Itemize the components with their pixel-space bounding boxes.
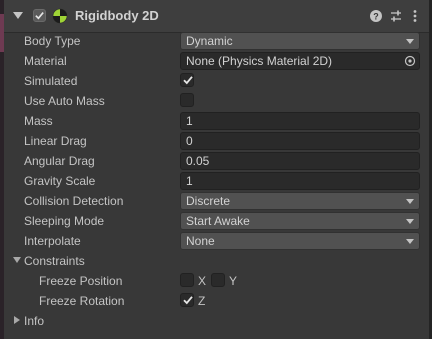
- freeze-rotation-label: Freeze Rotation: [39, 294, 125, 308]
- use-auto-mass-label: Use Auto Mass: [24, 94, 105, 108]
- component-header[interactable]: Rigidbody 2D ?: [4, 0, 429, 33]
- body-type-value: Dynamic: [186, 34, 233, 48]
- mass-input[interactable]: 1: [180, 112, 420, 130]
- checkmark-icon: [35, 12, 44, 20]
- sleeping-mode-value: Start Awake: [186, 214, 250, 228]
- freeze-rotation-row: Freeze Rotation Z: [4, 291, 429, 311]
- foldout-arrow-down-icon[interactable]: [13, 257, 21, 263]
- freeze-position-y-checkbox[interactable]: [211, 273, 225, 287]
- angular-drag-value: 0.05: [186, 154, 210, 168]
- chevron-down-icon: [406, 199, 414, 204]
- inspector-panel: Rigidbody 2D ? Body Type Dynamic Materia…: [0, 0, 432, 339]
- collision-detection-dropdown[interactable]: Discrete: [180, 192, 420, 210]
- rigidbody2d-icon: [52, 8, 68, 24]
- checkmark-icon: [183, 296, 193, 305]
- chevron-down-icon: [406, 239, 414, 244]
- component-title: Rigidbody 2D: [75, 8, 159, 23]
- freeze-rotation-z-checkbox[interactable]: [180, 293, 194, 307]
- linear-drag-input[interactable]: 0: [180, 132, 420, 150]
- use-auto-mass-checkbox[interactable]: [180, 93, 194, 107]
- component-enable-checkbox[interactable]: [33, 9, 46, 22]
- freeze-position-label: Freeze Position: [39, 274, 123, 288]
- angular-drag-row: Angular Drag 0.05: [4, 151, 429, 171]
- help-icon[interactable]: ?: [368, 8, 384, 24]
- interpolate-label: Interpolate: [24, 234, 81, 248]
- angular-drag-input[interactable]: 0.05: [180, 152, 420, 170]
- checkmark-icon: [183, 76, 193, 85]
- collision-detection-label: Collision Detection: [24, 194, 124, 208]
- body-type-row: Body Type Dynamic: [4, 31, 429, 51]
- simulated-label: Simulated: [24, 74, 78, 88]
- info-foldout[interactable]: Info: [4, 311, 429, 331]
- chevron-down-icon: [406, 39, 414, 44]
- material-value: None (Physics Material 2D): [186, 54, 333, 68]
- kebab-menu-icon[interactable]: [407, 8, 423, 24]
- sleeping-mode-dropdown[interactable]: Start Awake: [180, 212, 420, 230]
- body-type-dropdown[interactable]: Dynamic: [180, 32, 420, 50]
- sleeping-mode-row: Sleeping Mode Start Awake: [4, 211, 429, 231]
- constraints-label[interactable]: Constraints: [24, 254, 85, 268]
- use-auto-mass-row: Use Auto Mass: [4, 91, 429, 111]
- chevron-down-icon: [406, 219, 414, 224]
- freeze-position-row: Freeze Position X Y: [4, 271, 429, 291]
- angular-drag-label[interactable]: Angular Drag: [24, 154, 95, 168]
- gravity-scale-input[interactable]: 1: [180, 172, 420, 190]
- linear-drag-row: Linear Drag 0: [4, 131, 429, 151]
- mass-label[interactable]: Mass: [24, 114, 53, 128]
- material-object-field[interactable]: None (Physics Material 2D): [180, 52, 420, 70]
- freeze-position-y-label: Y: [229, 274, 238, 288]
- gravity-scale-label[interactable]: Gravity Scale: [24, 174, 95, 188]
- foldout-arrow-icon[interactable]: [13, 12, 23, 19]
- mass-row: Mass 1: [4, 111, 429, 131]
- simulated-row: Simulated: [4, 71, 429, 91]
- preset-icon[interactable]: [388, 8, 404, 24]
- info-label[interactable]: Info: [24, 314, 44, 328]
- linear-drag-value: 0: [186, 134, 193, 148]
- object-picker-icon[interactable]: [404, 55, 416, 67]
- material-label: Material: [24, 54, 67, 68]
- freeze-position-x-label: X: [198, 274, 207, 288]
- gravity-scale-row: Gravity Scale 1: [4, 171, 429, 191]
- body-type-label: Body Type: [24, 34, 81, 48]
- gravity-scale-value: 1: [186, 174, 193, 188]
- svg-text:?: ?: [373, 12, 379, 22]
- interpolate-dropdown[interactable]: None: [180, 232, 420, 250]
- mass-value: 1: [186, 114, 193, 128]
- collision-detection-row: Collision Detection Discrete: [4, 191, 429, 211]
- freeze-rotation-z-label: Z: [198, 294, 206, 308]
- freeze-position-x-checkbox[interactable]: [180, 273, 194, 287]
- collision-detection-value: Discrete: [186, 194, 231, 208]
- constraints-foldout[interactable]: Constraints: [4, 251, 429, 271]
- material-row: Material None (Physics Material 2D): [4, 51, 429, 71]
- interpolate-value: None: [186, 234, 215, 248]
- interpolate-row: Interpolate None: [4, 231, 429, 251]
- simulated-checkbox[interactable]: [180, 73, 194, 87]
- linear-drag-label[interactable]: Linear Drag: [24, 134, 87, 148]
- foldout-arrow-right-icon[interactable]: [14, 316, 20, 324]
- sleeping-mode-label: Sleeping Mode: [24, 214, 105, 228]
